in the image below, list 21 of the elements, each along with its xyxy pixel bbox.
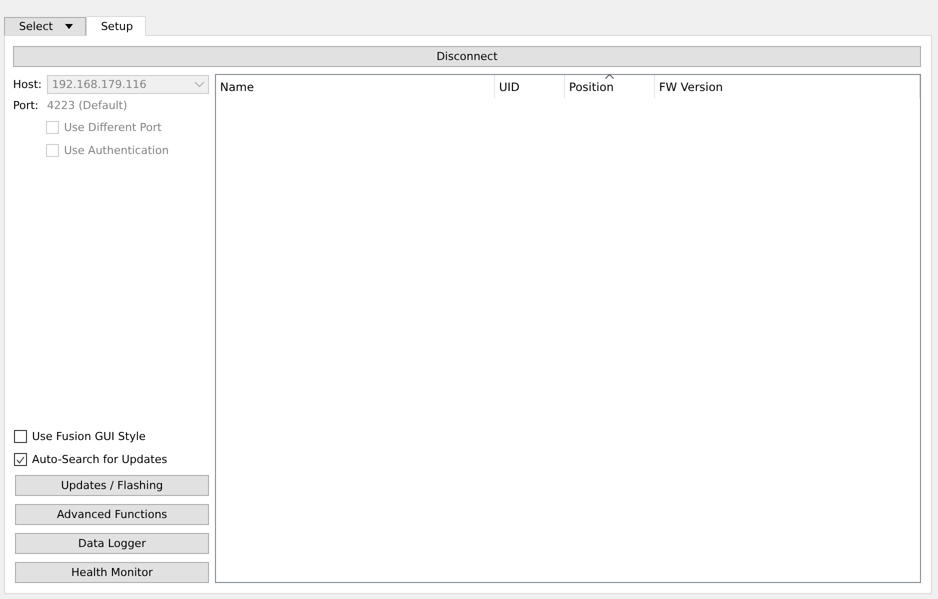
tool-button[interactable]: Data Logger — [15, 533, 209, 554]
tool-button[interactable]: Advanced Functions — [15, 504, 209, 525]
column-header[interactable]: UID — [495, 75, 565, 98]
sort-icon — [605, 74, 614, 79]
tool-button[interactable]: Health Monitor — [15, 562, 209, 583]
disconnect-button[interactable]: Disconnect — [13, 46, 921, 67]
tool-button[interactable]: Updates / Flashing — [15, 475, 209, 496]
chevron-down-icon — [195, 82, 204, 87]
checkbox-option[interactable]: Auto-Search for Updates — [14, 448, 209, 471]
host-label: Host: — [13, 78, 41, 91]
caret-icon — [64, 24, 73, 29]
column-header[interactable]: Position — [565, 75, 655, 98]
tab[interactable]: Select — [4, 17, 86, 35]
port-label: Port: — [13, 99, 40, 112]
tab[interactable]: Setup — [86, 16, 146, 36]
checkbox[interactable] — [14, 453, 27, 466]
column-header[interactable]: Name — [216, 75, 495, 98]
checkbox[interactable] — [14, 430, 27, 443]
port-value: 4223 (Default) — [47, 99, 128, 112]
column-header[interactable]: FW Version — [655, 75, 920, 98]
checkbox-option[interactable]: Use Fusion GUI Style — [14, 425, 209, 448]
